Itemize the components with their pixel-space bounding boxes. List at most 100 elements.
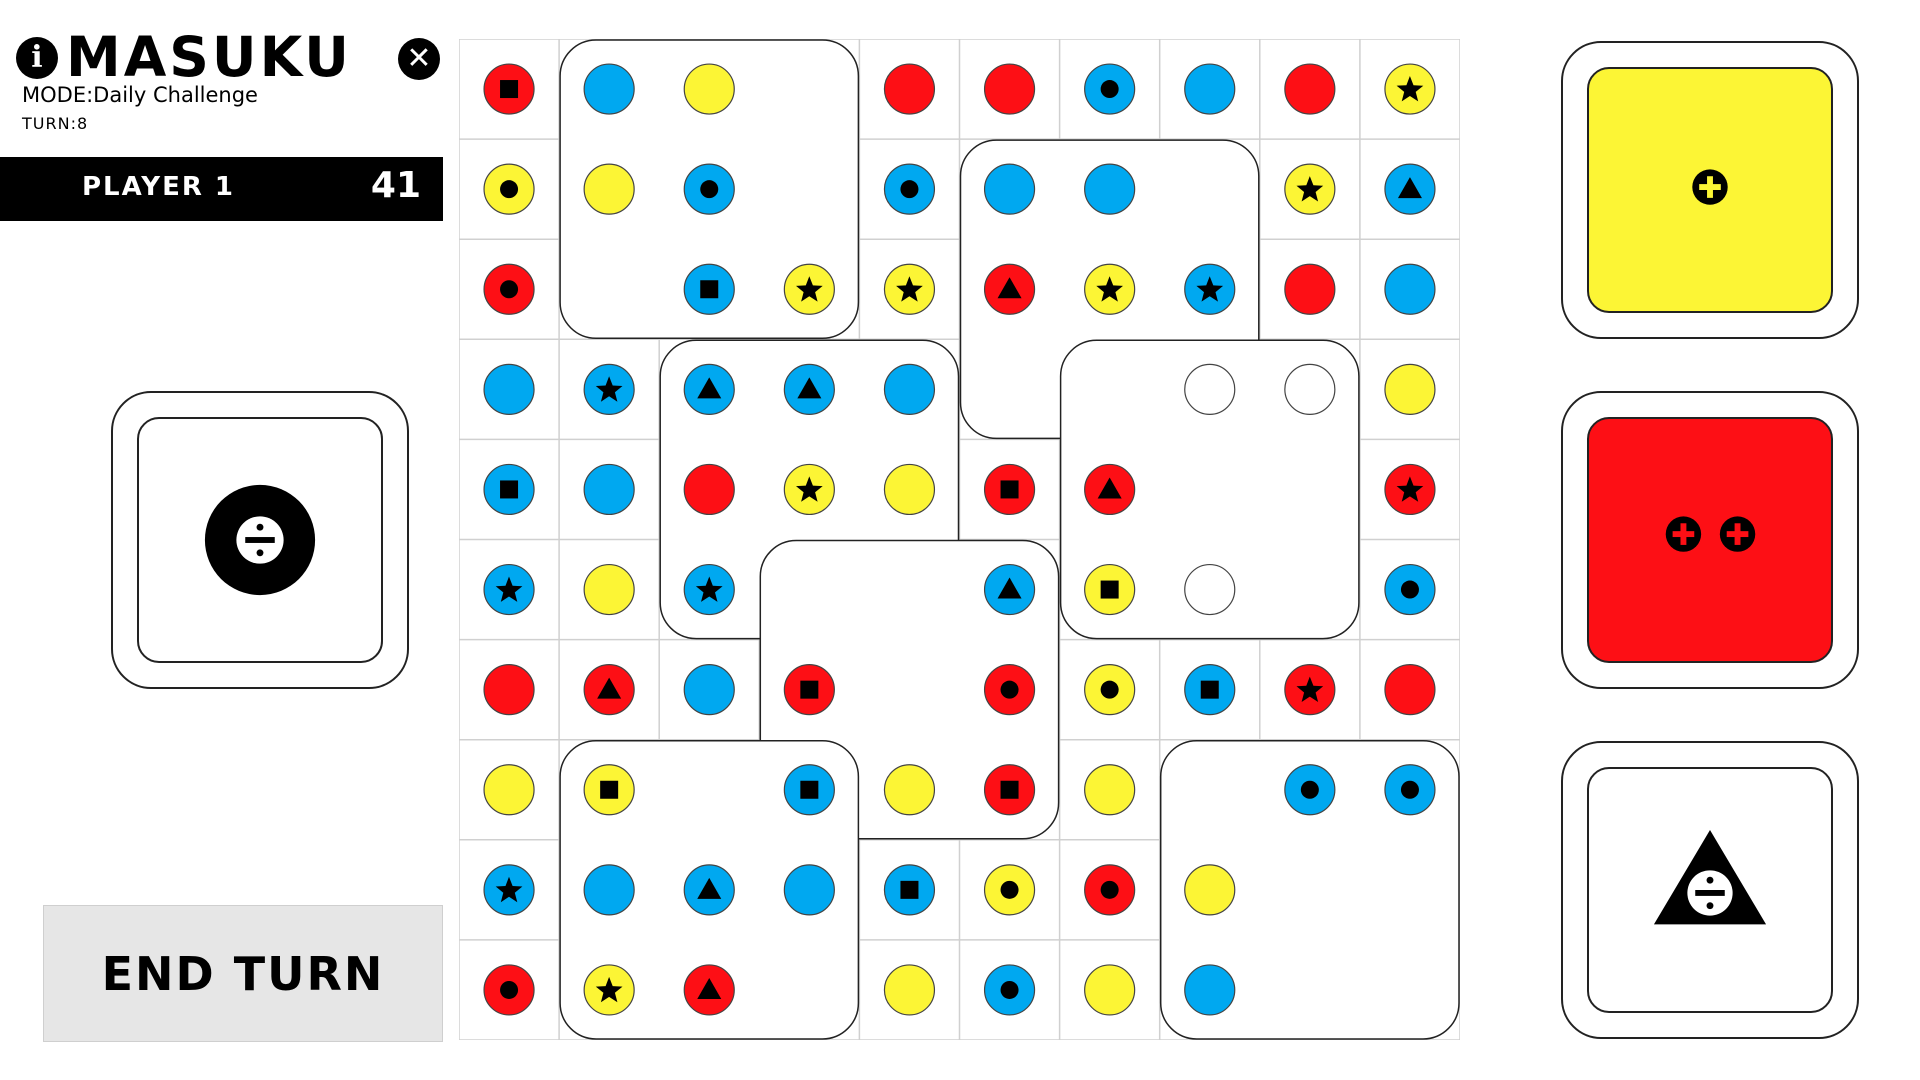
board-piece-red-dot[interactable] bbox=[983, 664, 1036, 716]
board-piece-yellow[interactable] bbox=[883, 463, 936, 516]
tile-option-red-face bbox=[1587, 417, 1833, 663]
board-piece-red[interactable] bbox=[1384, 664, 1436, 716]
plus-icon bbox=[1719, 516, 1756, 552]
double-plus-icon bbox=[1665, 516, 1756, 552]
board-piece-blue[interactable] bbox=[483, 363, 535, 415]
board-piece-red-triangle[interactable] bbox=[583, 664, 635, 716]
tile-option-triangle-divide[interactable] bbox=[1561, 741, 1859, 1039]
board-piece-blue[interactable] bbox=[683, 664, 735, 716]
board-piece-red-triangle[interactable] bbox=[1084, 463, 1136, 516]
board-piece-yellow-star[interactable] bbox=[1384, 63, 1436, 115]
end-turn-button[interactable]: END TURN bbox=[43, 905, 443, 1042]
board-piece-red[interactable] bbox=[683, 463, 735, 516]
board-piece-yellow-star[interactable] bbox=[1284, 163, 1336, 215]
player-bar: PLAYER 1 41 bbox=[0, 157, 443, 221]
board-piece-red-square[interactable] bbox=[483, 63, 535, 115]
board-piece-blue-square[interactable] bbox=[783, 764, 835, 816]
board-piece-yellow[interactable] bbox=[883, 764, 936, 816]
board-piece-yellow[interactable] bbox=[1184, 864, 1236, 916]
held-tile[interactable] bbox=[111, 391, 409, 689]
board-piece-red-dot[interactable] bbox=[1084, 864, 1136, 916]
board-piece-yellow-dot[interactable] bbox=[1084, 664, 1136, 716]
tile-option-yellow-face bbox=[1587, 67, 1833, 313]
board-piece-blue-star[interactable] bbox=[683, 563, 735, 616]
board-piece-blue[interactable] bbox=[583, 864, 635, 916]
board-piece-red-dot[interactable] bbox=[483, 263, 535, 315]
board-piece-blue[interactable] bbox=[983, 163, 1036, 215]
board-piece-blue-triangle[interactable] bbox=[683, 363, 735, 415]
board-piece-blue[interactable] bbox=[783, 864, 835, 916]
board-piece-yellow-square[interactable] bbox=[583, 764, 635, 816]
board-piece-yellow-star[interactable] bbox=[783, 263, 835, 315]
board-piece-red[interactable] bbox=[1284, 63, 1336, 115]
game-board[interactable] bbox=[459, 39, 1460, 1040]
board-piece-blue[interactable] bbox=[583, 63, 635, 115]
board-piece-blue-star[interactable] bbox=[1184, 263, 1236, 315]
board-piece-red-triangle[interactable] bbox=[683, 964, 735, 1016]
board-piece-yellow-dot[interactable] bbox=[983, 864, 1036, 916]
board-piece-white[interactable] bbox=[1184, 563, 1236, 616]
board-piece-red[interactable] bbox=[883, 63, 936, 115]
tile-option-red-double-plus[interactable] bbox=[1561, 391, 1859, 689]
turn-counter: TURN:8 bbox=[22, 114, 89, 133]
board-piece-blue-square[interactable] bbox=[483, 463, 535, 516]
game-mode: MODE:Daily Challenge bbox=[22, 83, 258, 107]
board-piece-blue-dot[interactable] bbox=[683, 163, 735, 215]
board-piece-blue-square[interactable] bbox=[683, 263, 735, 315]
board-piece-red-square[interactable] bbox=[783, 664, 835, 716]
board-piece-yellow-star[interactable] bbox=[1084, 263, 1136, 315]
board-piece-red[interactable] bbox=[983, 63, 1036, 115]
board-piece-red-dot[interactable] bbox=[483, 964, 535, 1016]
board-piece-yellow[interactable] bbox=[1084, 764, 1136, 816]
board-piece-red[interactable] bbox=[483, 664, 535, 716]
board-piece-blue-dot[interactable] bbox=[1284, 764, 1336, 816]
board-piece-yellow-square[interactable] bbox=[1084, 563, 1136, 616]
tile-option-triangle-face bbox=[1587, 767, 1833, 1013]
board-piece-red-square[interactable] bbox=[983, 463, 1036, 516]
board-piece-red-star[interactable] bbox=[1384, 463, 1436, 516]
board-piece-blue[interactable] bbox=[583, 463, 635, 516]
close-icon[interactable]: ✕ bbox=[398, 38, 440, 80]
board-piece-blue[interactable] bbox=[1184, 63, 1236, 115]
board-piece-yellow[interactable] bbox=[583, 163, 635, 215]
board-piece-blue[interactable] bbox=[1384, 263, 1436, 315]
board-piece-yellow-star[interactable] bbox=[583, 964, 635, 1016]
board-piece-blue-star[interactable] bbox=[583, 363, 635, 415]
board-piece-white[interactable] bbox=[1184, 363, 1236, 415]
board-piece-blue-square[interactable] bbox=[883, 864, 936, 916]
board-piece-blue-dot[interactable] bbox=[883, 163, 936, 215]
board-piece-yellow[interactable] bbox=[683, 63, 735, 115]
board-piece-blue-star[interactable] bbox=[483, 563, 535, 616]
board-piece-yellow[interactable] bbox=[483, 764, 535, 816]
tile-option-yellow-plus[interactable] bbox=[1561, 41, 1859, 339]
board-piece-red-square[interactable] bbox=[983, 764, 1036, 816]
board-piece-yellow[interactable] bbox=[1084, 964, 1136, 1016]
board-piece-yellow-star[interactable] bbox=[783, 463, 835, 516]
board-piece-blue-triangle[interactable] bbox=[783, 363, 835, 415]
board-piece-red-star[interactable] bbox=[1284, 664, 1336, 716]
board-piece-yellow[interactable] bbox=[583, 563, 635, 616]
board-piece-blue-star[interactable] bbox=[483, 864, 535, 916]
board-piece-red-triangle[interactable] bbox=[983, 263, 1036, 315]
board-piece-blue-dot[interactable] bbox=[1384, 764, 1436, 816]
divide-in-circle-icon bbox=[204, 484, 316, 596]
board-piece-white[interactable] bbox=[1284, 363, 1336, 415]
plus-icon bbox=[1692, 169, 1728, 205]
divide-in-triangle-icon bbox=[1653, 829, 1767, 925]
board-piece-yellow-dot[interactable] bbox=[483, 163, 535, 215]
board-piece-yellow[interactable] bbox=[883, 964, 936, 1016]
info-icon[interactable]: i bbox=[16, 37, 58, 79]
board-piece-blue-dot[interactable] bbox=[983, 964, 1036, 1016]
board-piece-blue-dot[interactable] bbox=[1084, 63, 1136, 115]
board-piece-blue-triangle[interactable] bbox=[683, 864, 735, 916]
board-piece-blue-dot[interactable] bbox=[1384, 563, 1436, 616]
board-piece-blue-square[interactable] bbox=[1184, 664, 1236, 716]
board-piece-blue[interactable] bbox=[1084, 163, 1136, 215]
board-piece-blue-triangle[interactable] bbox=[983, 563, 1036, 616]
board-piece-blue-triangle[interactable] bbox=[1384, 163, 1436, 215]
board-piece-blue[interactable] bbox=[1184, 964, 1236, 1016]
board-piece-yellow[interactable] bbox=[1384, 363, 1436, 415]
board-piece-blue[interactable] bbox=[883, 363, 936, 415]
board-piece-red[interactable] bbox=[1284, 263, 1336, 315]
board-piece-yellow-star[interactable] bbox=[883, 263, 936, 315]
